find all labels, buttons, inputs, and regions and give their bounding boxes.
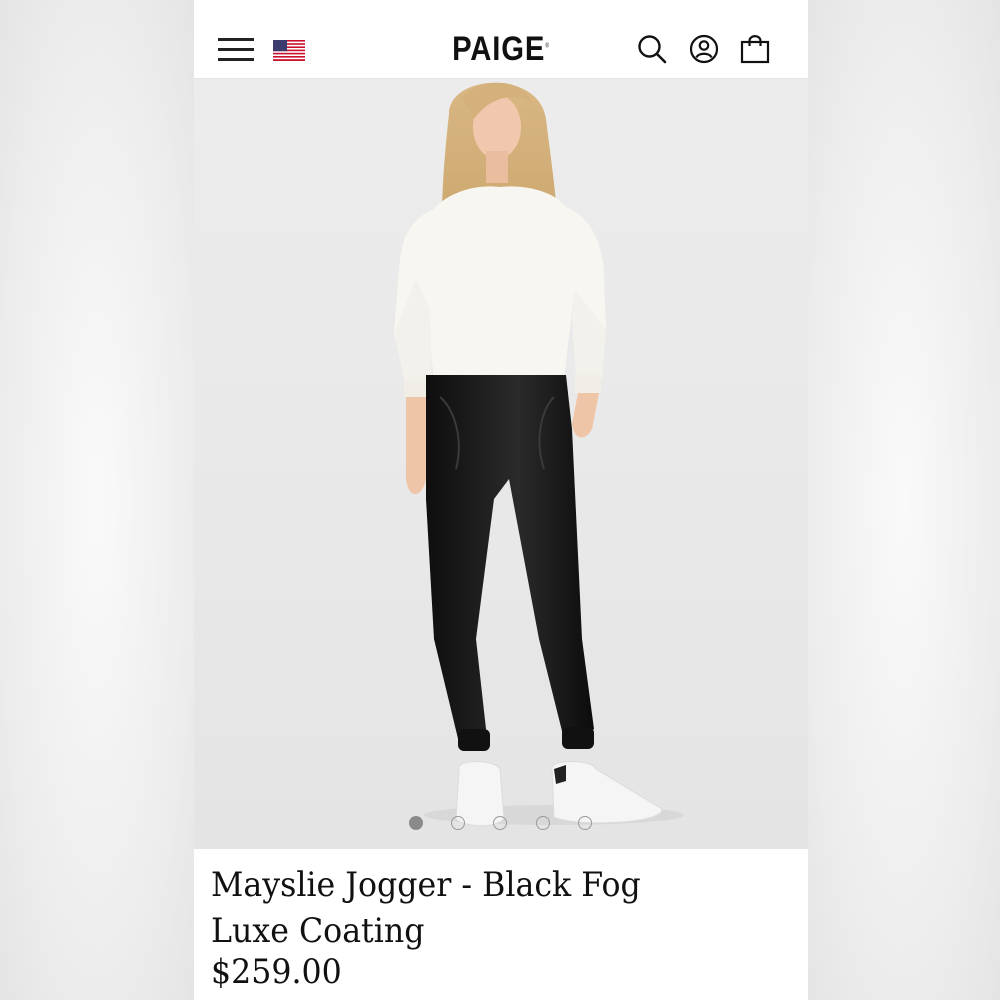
brand-logo[interactable]: PAIGE®	[237, 30, 765, 69]
product-price: $259.00	[211, 952, 342, 992]
product-title-line2: Luxe Coating	[211, 911, 425, 951]
product-title: Mayslie Jogger - Black Fog Luxe Coating	[211, 862, 760, 954]
gallery-dot-1[interactable]	[409, 816, 423, 830]
left-backdrop	[0, 0, 194, 1000]
gallery-pagination	[194, 816, 808, 832]
mobile-page: PAIGE® Mayslie Jogger - Black Fog Luxe C…	[194, 0, 808, 1000]
model-photo	[394, 82, 684, 827]
gallery-dot-4[interactable]	[536, 816, 550, 830]
gallery-dot-3[interactable]	[493, 816, 507, 830]
account-icon[interactable]	[688, 33, 720, 65]
right-backdrop	[806, 0, 1000, 1000]
site-header: PAIGE®	[194, 0, 808, 79]
gallery-dot-2[interactable]	[451, 816, 465, 830]
shopping-bag-icon[interactable]	[739, 33, 771, 65]
gallery-dot-5[interactable]	[578, 816, 592, 830]
product-title-line1: Mayslie Jogger - Black Fog	[211, 865, 641, 905]
product-image[interactable]	[194, 79, 808, 849]
search-icon[interactable]	[636, 33, 668, 65]
